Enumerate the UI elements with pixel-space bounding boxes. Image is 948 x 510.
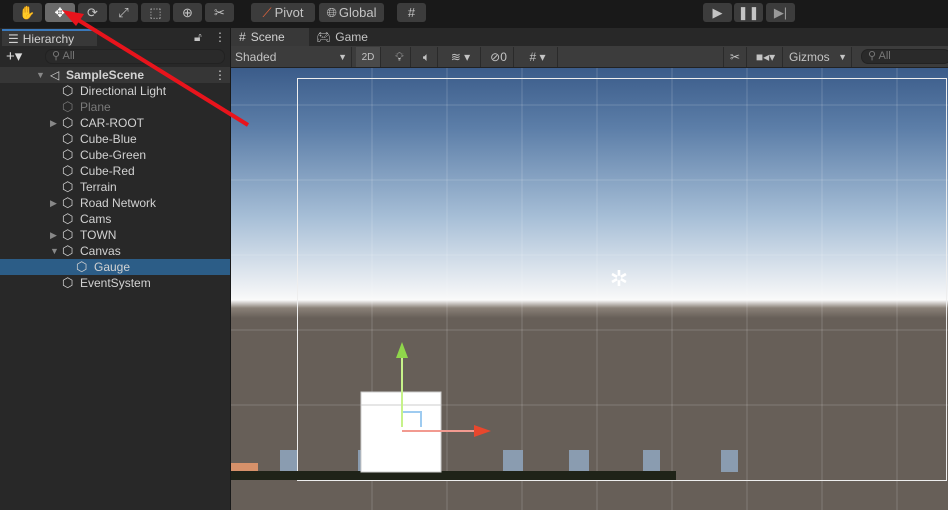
annotation-arrow	[62, 10, 250, 127]
